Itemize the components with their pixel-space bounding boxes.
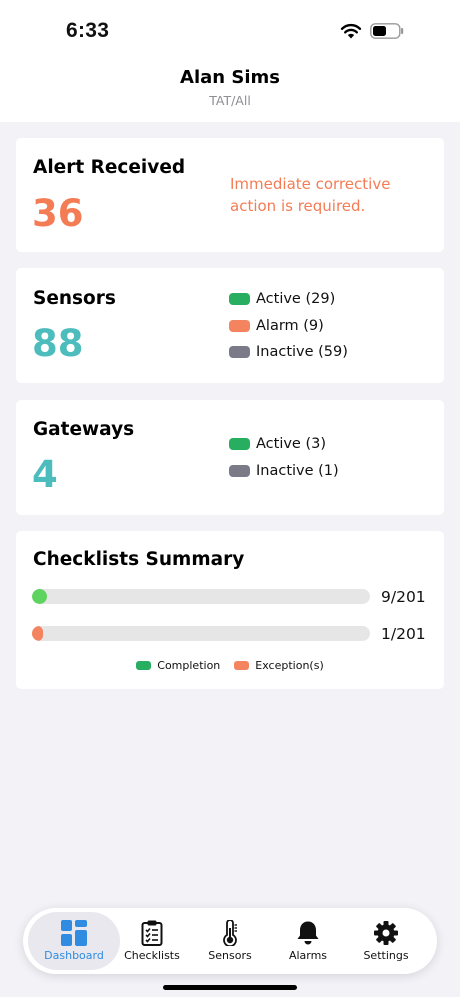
legend-label: Exception(s): [255, 659, 324, 672]
legend-item: Active (3): [229, 431, 339, 458]
gateways-card-title: Gateways: [33, 419, 135, 440]
home-indicator: [163, 985, 297, 990]
tab-checklists[interactable]: Checklists: [112, 912, 192, 970]
legend-item: Active (29): [229, 286, 348, 313]
completion-progress-bar: [32, 589, 370, 604]
tab-label: Checklists: [124, 949, 180, 962]
completion-progress-fill: [32, 589, 48, 604]
legend-swatch-inactive: [229, 464, 250, 477]
legend-swatch-inactive: [229, 346, 250, 359]
clipboard-icon: [141, 920, 163, 946]
legend-label: Inactive (59): [256, 344, 348, 361]
legend-item: Completion: [136, 659, 220, 672]
gear-icon: [374, 921, 398, 945]
sensors-count: 88: [32, 322, 84, 365]
tab-sensors[interactable]: Sensors: [190, 912, 270, 970]
alert-message: Immediate corrective action is required.: [230, 175, 391, 215]
bottom-tab-bar: Dashboard Checklists Sensors Alarms Sett…: [23, 908, 437, 974]
legend-label: Inactive (1): [256, 462, 339, 479]
sensors-card[interactable]: Sensors 88 Active (29) Alarm (9) Inactiv…: [16, 268, 444, 383]
page-subtitle: TAT/All: [209, 93, 251, 108]
battery-icon: [370, 23, 404, 39]
legend-swatch-active: [229, 293, 250, 306]
tab-label: Alarms: [288, 949, 328, 962]
legend-item: Inactive (59): [229, 339, 348, 366]
completion-value: 9/201: [381, 588, 426, 606]
alert-received-card[interactable]: Alert Received 36 Immediate corrective a…: [16, 138, 444, 252]
legend-swatch-active: [229, 438, 250, 451]
checklists-summary-card[interactable]: Checklists Summary 9/201 1/201 Completio…: [16, 531, 444, 689]
gateways-legend: Active (3) Inactive (1): [229, 431, 339, 484]
legend-item: Alarm (9): [229, 313, 348, 340]
gateways-count: 4: [32, 453, 58, 496]
alert-count: 36: [32, 192, 84, 235]
tab-dashboard[interactable]: Dashboard: [28, 912, 120, 970]
bell-icon: [297, 921, 319, 945]
tab-label: Dashboard: [44, 949, 104, 962]
exception-progress-bar: [32, 626, 370, 641]
tab-settings[interactable]: Settings: [346, 912, 426, 970]
status-time: 6:33: [66, 19, 110, 42]
tab-label: Sensors: [208, 949, 252, 962]
wifi-icon: [340, 23, 362, 39]
status-bar: 6:33: [0, 0, 460, 60]
exception-value: 1/201: [381, 625, 426, 643]
legend-label: Completion: [157, 659, 221, 672]
exception-progress-fill: [32, 626, 43, 641]
page-title: Alan Sims: [180, 67, 280, 88]
checklists-legend: Completion Exception(s): [16, 659, 444, 672]
legend-swatch-exception: [234, 661, 250, 670]
legend-item: Inactive (1): [229, 458, 339, 485]
dashboard-grid-icon: [61, 920, 87, 946]
sensors-legend: Active (29) Alarm (9) Inactive (59): [229, 286, 348, 366]
sensors-card-title: Sensors: [33, 288, 116, 309]
legend-label: Alarm (9): [256, 317, 324, 334]
gateways-card[interactable]: Gateways 4 Active (3) Inactive (1): [16, 400, 444, 515]
legend-swatch-completion: [136, 661, 152, 670]
tab-alarms[interactable]: Alarms: [268, 912, 348, 970]
checklists-card-title: Checklists Summary: [33, 549, 245, 570]
legend-item: Exception(s): [234, 659, 324, 672]
page-header: Alan Sims TAT/All: [0, 60, 460, 122]
alert-card-title: Alert Received: [33, 157, 186, 178]
thermometer-icon: [223, 920, 237, 946]
legend-swatch-alarm: [229, 319, 250, 332]
tab-label: Settings: [363, 949, 409, 962]
legend-label: Active (29): [256, 291, 336, 308]
legend-label: Active (3): [256, 436, 327, 453]
